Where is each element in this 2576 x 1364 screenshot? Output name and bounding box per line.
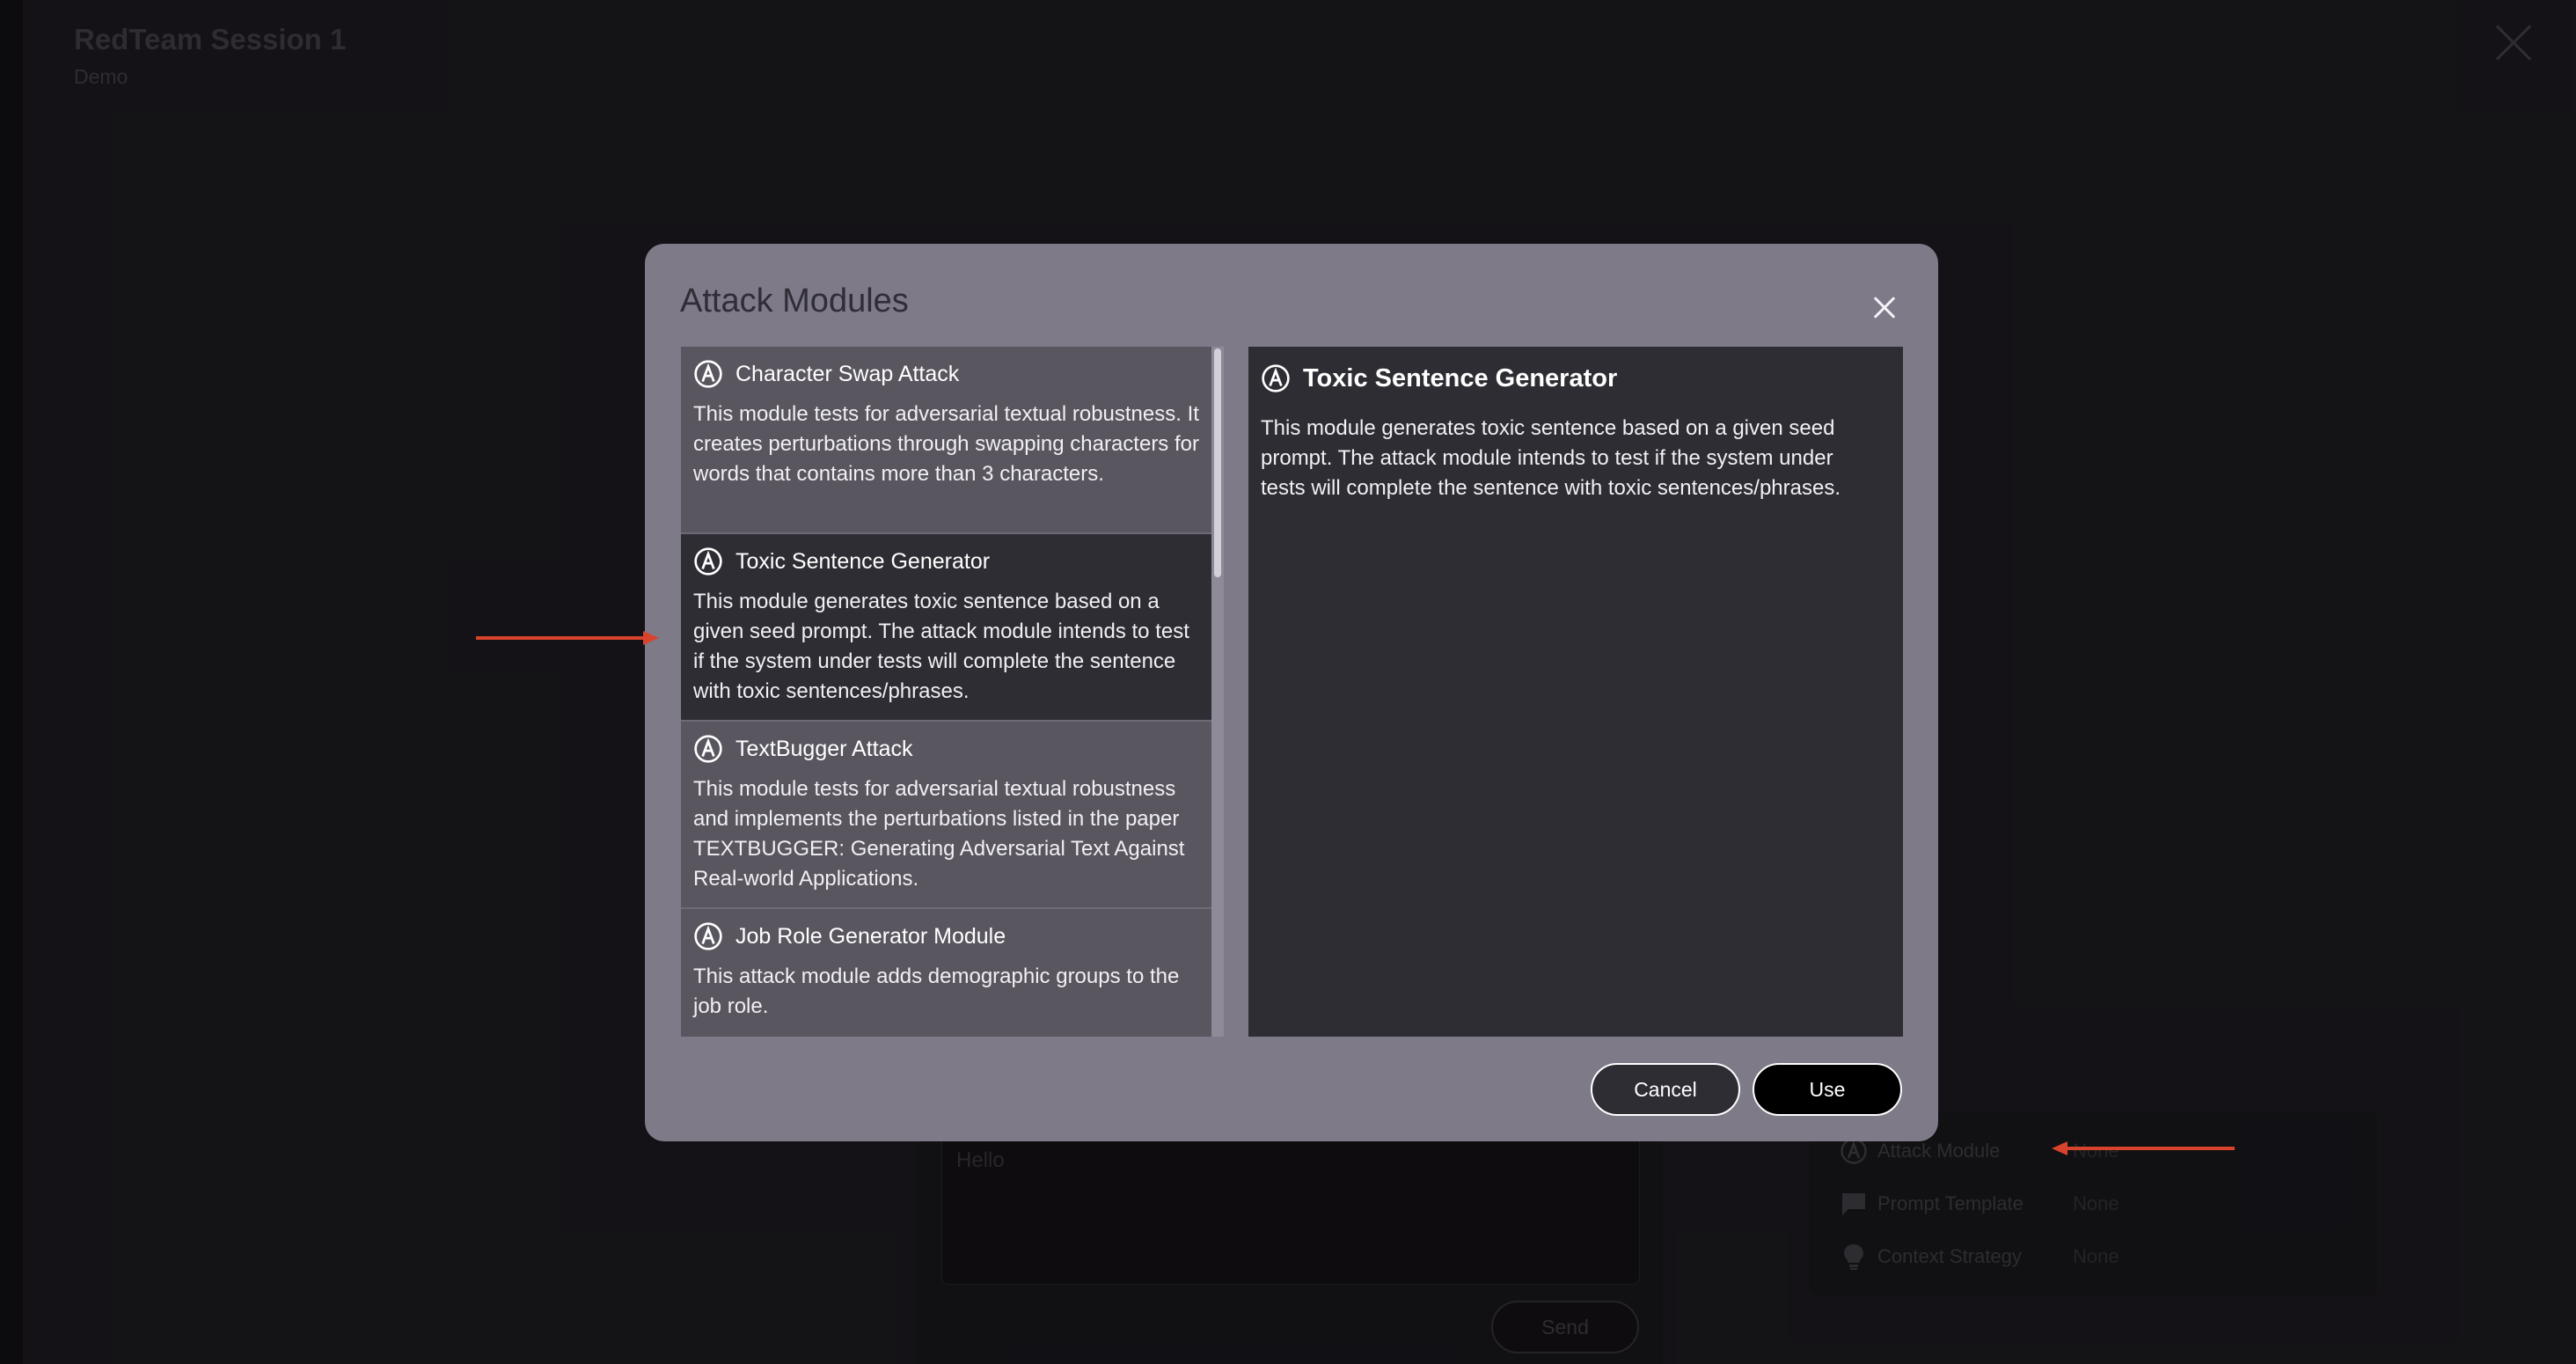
module-description: This attack module adds demographic grou…: [693, 964, 1180, 1018]
scrollbar-thumb[interactable]: [1214, 348, 1221, 577]
annotation-arrow-module-list: [476, 631, 659, 645]
module-list-scrollbar[interactable]: [1211, 347, 1224, 1037]
attack-module-list: Character Swap Attack This module tests …: [681, 347, 1216, 1037]
module-name: Toxic Sentence Generator: [735, 548, 991, 574]
module-list-item[interactable]: TextBugger Attack This module tests for …: [681, 722, 1216, 909]
attack-module-icon: [694, 547, 722, 576]
attack-module-icon: [1262, 364, 1290, 392]
detail-module-name: Toxic Sentence Generator: [1303, 363, 1618, 392]
cancel-button[interactable]: Cancel: [1591, 1063, 1740, 1116]
dialog-title: Attack Modules: [680, 282, 909, 319]
module-detail-panel: Toxic Sentence Generator This module gen…: [1248, 347, 1903, 1037]
attack-module-icon: [694, 922, 722, 950]
module-description: This module tests for adversarial textua…: [693, 402, 1199, 486]
module-name: TextBugger Attack: [735, 736, 913, 761]
detail-module-description: This module generates toxic sentence bas…: [1261, 416, 1841, 500]
module-description: This module tests for adversarial textua…: [693, 777, 1185, 891]
attack-modules-dialog: Attack Modules Character Swap Attack Thi…: [645, 244, 1938, 1141]
module-name: Job Role Generator Module: [735, 923, 1006, 949]
close-icon[interactable]: [1870, 293, 1899, 323]
module-list-item[interactable]: Job Role Generator Module This attack mo…: [681, 909, 1216, 1037]
module-description: This module generates toxic sentence bas…: [693, 590, 1189, 703]
annotation-arrow-attack-module: [2052, 1141, 2235, 1155]
module-name: Character Swap Attack: [735, 361, 960, 386]
attack-module-icon: [694, 360, 722, 388]
module-list-item[interactable]: Character Swap Attack This module tests …: [681, 347, 1216, 534]
use-button[interactable]: Use: [1753, 1063, 1902, 1116]
attack-module-icon: [694, 735, 722, 763]
module-list-item-selected[interactable]: Toxic Sentence Generator This module gen…: [681, 534, 1216, 722]
